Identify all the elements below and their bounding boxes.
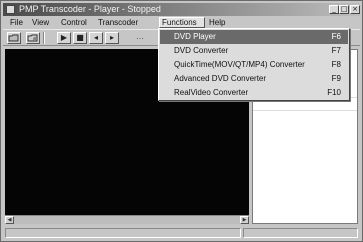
menu-item-label: DVD Converter — [174, 46, 229, 55]
menu-item-label: Advanced DVD Converter — [174, 74, 267, 83]
previous-icon[interactable]: ◂ — [89, 32, 103, 44]
status-cell-info — [243, 228, 358, 238]
menu-item-label: RealVideo Converter — [174, 88, 249, 97]
open-folder-icon[interactable] — [7, 32, 21, 44]
menu-item-label: QuickTime(MOV/QT/MP4) Converter — [174, 60, 305, 69]
window-title: PMP Transcoder - Player - Stopped — [19, 4, 161, 14]
scroll-right-button[interactable]: ▶ — [240, 216, 249, 224]
menu-item-shortcut: F8 — [331, 60, 341, 69]
menu-help[interactable]: Help — [207, 17, 227, 28]
menu-item-realvideo-converter[interactable]: RealVideo Converter F10 — [160, 86, 348, 100]
menu-control[interactable]: Control — [59, 17, 89, 28]
menu-item-dvd-converter[interactable]: DVD Converter F7 — [160, 44, 348, 58]
menu-item-shortcut: F9 — [331, 74, 341, 83]
app-icon — [6, 5, 15, 14]
close-button[interactable]: × — [350, 5, 360, 14]
status-bar — [3, 227, 360, 240]
menu-transcoder[interactable]: Transcoder — [96, 17, 140, 28]
menu-view[interactable]: View — [30, 17, 51, 28]
menu-item-shortcut: F10 — [327, 88, 341, 97]
menu-item-quicktime-converter[interactable]: QuickTime(MOV/QT/MP4) Converter F8 — [160, 58, 348, 72]
scroll-left-button[interactable]: ◀ — [5, 216, 14, 224]
menu-item-shortcut: F7 — [331, 46, 341, 55]
status-cell-main — [5, 228, 241, 238]
more-icon[interactable]: … — [133, 32, 147, 44]
play-icon[interactable]: ▶ — [57, 32, 71, 44]
horizontal-scrollbar[interactable]: ◀ ▶ — [5, 215, 249, 224]
app-window: PMP Transcoder - Player - Stopped _ □ × … — [0, 0, 363, 242]
maximize-button[interactable]: □ — [339, 5, 349, 14]
next-icon[interactable]: ▸ — [105, 32, 119, 44]
menu-functions[interactable]: Functions — [159, 17, 205, 28]
menu-file[interactable]: File — [8, 17, 25, 28]
open-disc-icon[interactable] — [26, 32, 40, 44]
menu-item-shortcut: F6 — [331, 32, 341, 41]
menu-item-advanced-dvd-converter[interactable]: Advanced DVD Converter F9 — [160, 72, 348, 86]
functions-dropdown-menu: DVD Player F6 DVD Converter F7 QuickTime… — [158, 28, 350, 101]
menu-bar: File View Control Transcoder Functions H… — [3, 17, 360, 28]
menu-item-dvd-player[interactable]: DVD Player F6 — [160, 30, 348, 44]
toolbar-separator — [43, 32, 45, 44]
panel-row-divider — [253, 110, 357, 111]
minimize-button[interactable]: _ — [329, 5, 339, 14]
menu-item-label: DVD Player — [174, 32, 216, 41]
title-bar[interactable]: PMP Transcoder - Player - Stopped _ □ × — [3, 3, 360, 16]
stop-icon[interactable]: ■ — [73, 32, 87, 44]
